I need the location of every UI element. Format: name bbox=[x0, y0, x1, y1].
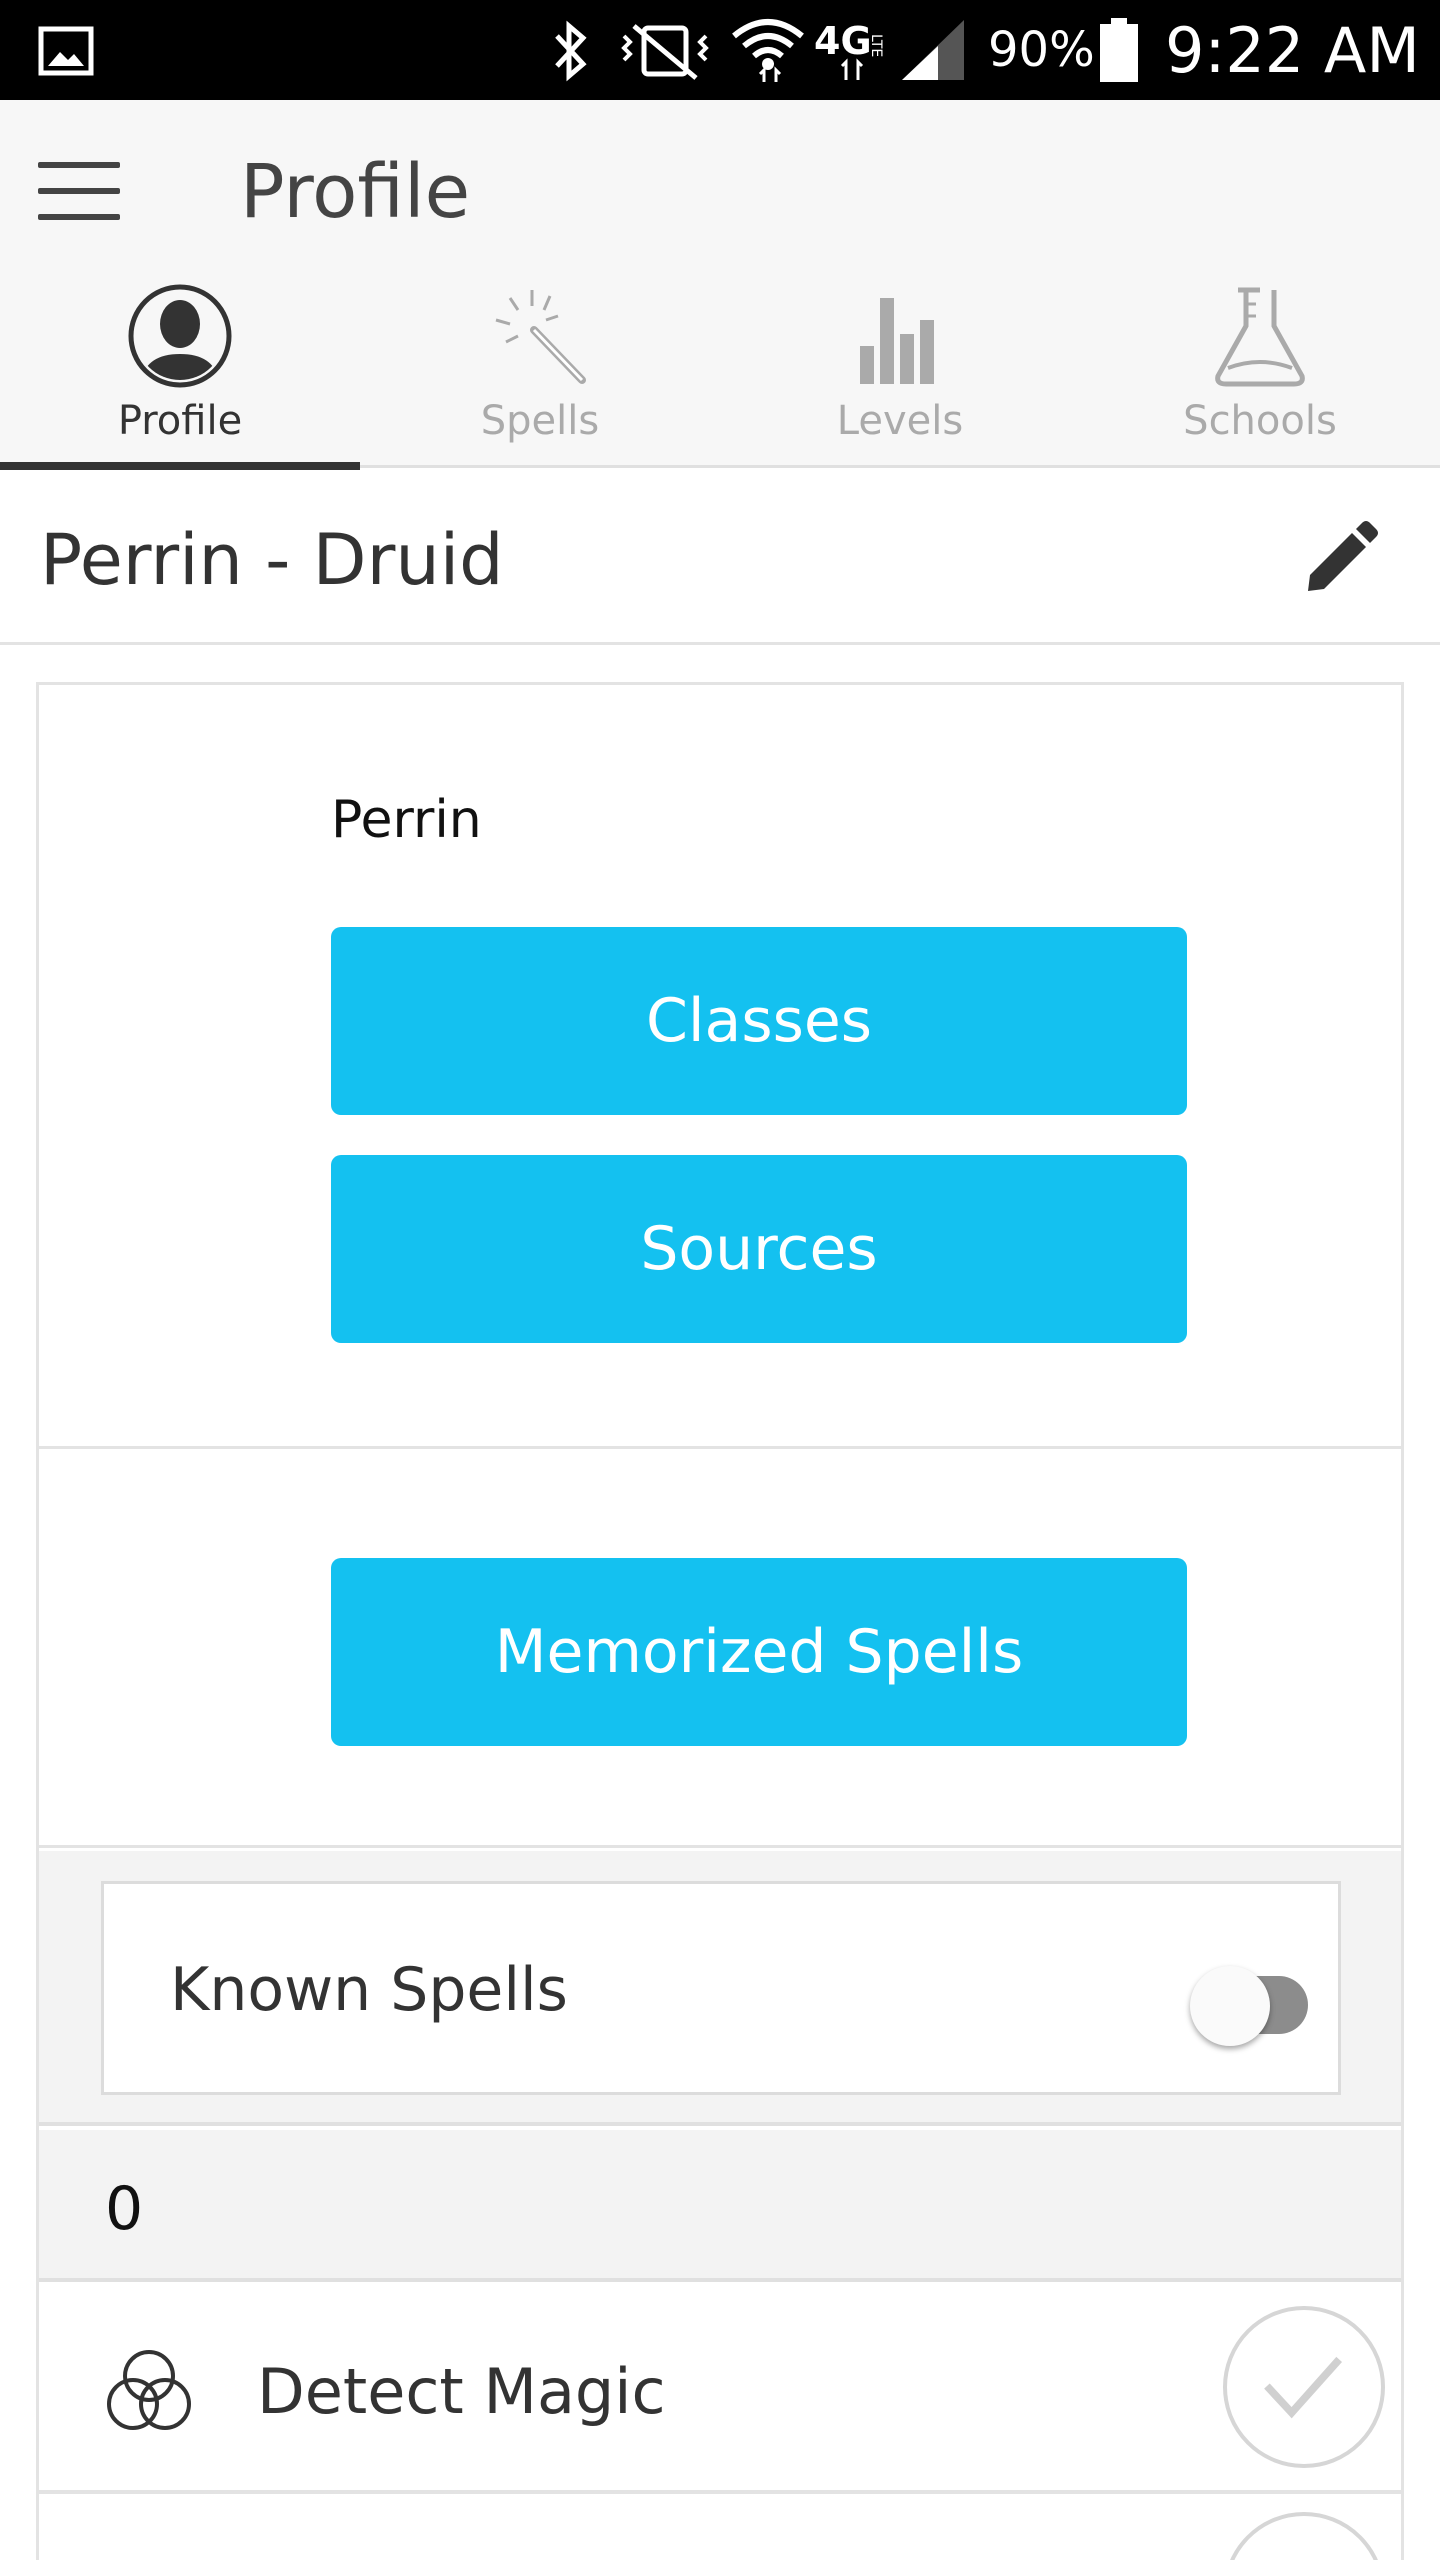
gallery-icon bbox=[38, 26, 94, 76]
bar-chart-icon bbox=[860, 298, 934, 384]
sources-button[interactable]: Sources bbox=[331, 1155, 1187, 1343]
tab-label: Schools bbox=[1183, 398, 1337, 444]
known-spells-toggle[interactable] bbox=[1190, 1956, 1310, 2046]
page-title: Perrin - Druid bbox=[40, 519, 504, 601]
tab-label: Spells bbox=[480, 398, 600, 444]
spell-row[interactable]: Detect Magic bbox=[39, 2286, 1401, 2494]
wifi-icon bbox=[732, 19, 804, 82]
character-section: Perrin Classes Sources bbox=[39, 685, 1401, 1449]
bluetooth-icon bbox=[555, 20, 587, 82]
clock: 9:22 AM bbox=[1165, 14, 1420, 87]
status-bar: 4G LTE 90% 9:22 AM bbox=[0, 0, 1440, 100]
app-title: Profile bbox=[240, 149, 471, 235]
user-avatar-icon bbox=[128, 284, 232, 388]
tab-label: Levels bbox=[836, 398, 964, 444]
spell-name: Detect Magic bbox=[257, 2355, 666, 2428]
tab-levels[interactable]: Levels bbox=[720, 270, 1080, 468]
tab-bar: Profile Spells Levels Schools bbox=[0, 270, 1440, 470]
svg-text:4G: 4G bbox=[814, 19, 872, 63]
svg-text:LTE: LTE bbox=[868, 34, 884, 57]
spell-row-partial[interactable] bbox=[39, 2498, 1401, 2560]
character-name: Perrin bbox=[331, 790, 482, 850]
known-spells-section: Known Spells bbox=[39, 1851, 1401, 2126]
magic-wand-icon bbox=[495, 290, 586, 384]
app-bar: Profile Profile Spells Levels Schools bbox=[0, 100, 1440, 470]
three-circles-icon bbox=[107, 2350, 191, 2430]
checkmark-icon bbox=[1264, 2356, 1343, 2419]
spell-icon-partial bbox=[99, 2542, 199, 2560]
vibrate-mute-icon bbox=[621, 24, 709, 80]
signal-icon bbox=[902, 20, 964, 80]
memorized-section: Memorized Spells bbox=[39, 1452, 1401, 1848]
spell-level-header: 0 bbox=[39, 2130, 1401, 2282]
hamburger-menu-icon[interactable] bbox=[38, 160, 122, 224]
4g-lte-icon: 4G LTE bbox=[814, 19, 884, 80]
tab-schools[interactable]: Schools bbox=[1080, 270, 1440, 468]
tab-spells[interactable]: Spells bbox=[360, 270, 720, 468]
known-spells-row: Known Spells bbox=[101, 1881, 1341, 2095]
page-header: Perrin - Druid bbox=[0, 471, 1440, 645]
known-spells-label: Known Spells bbox=[170, 1955, 568, 2025]
tab-label: Profile bbox=[117, 398, 243, 444]
battery-icon bbox=[1100, 18, 1138, 82]
pencil-icon[interactable] bbox=[1300, 519, 1380, 599]
profile-card: Perrin Classes Sources Memorized Spells … bbox=[36, 682, 1404, 2560]
classes-button[interactable]: Classes bbox=[331, 927, 1187, 1115]
battery-percent: 90% bbox=[988, 22, 1095, 78]
active-tab-indicator bbox=[0, 462, 360, 470]
spell-level-number: 0 bbox=[105, 2174, 144, 2244]
flask-icon bbox=[1215, 287, 1305, 387]
toggle-knob bbox=[1190, 1966, 1270, 2046]
tab-profile[interactable]: Profile bbox=[0, 270, 360, 468]
spell-check-button-partial[interactable] bbox=[1223, 2512, 1385, 2560]
memorized-spells-button[interactable]: Memorized Spells bbox=[331, 1558, 1187, 1746]
spell-check-button[interactable] bbox=[1223, 2306, 1385, 2468]
